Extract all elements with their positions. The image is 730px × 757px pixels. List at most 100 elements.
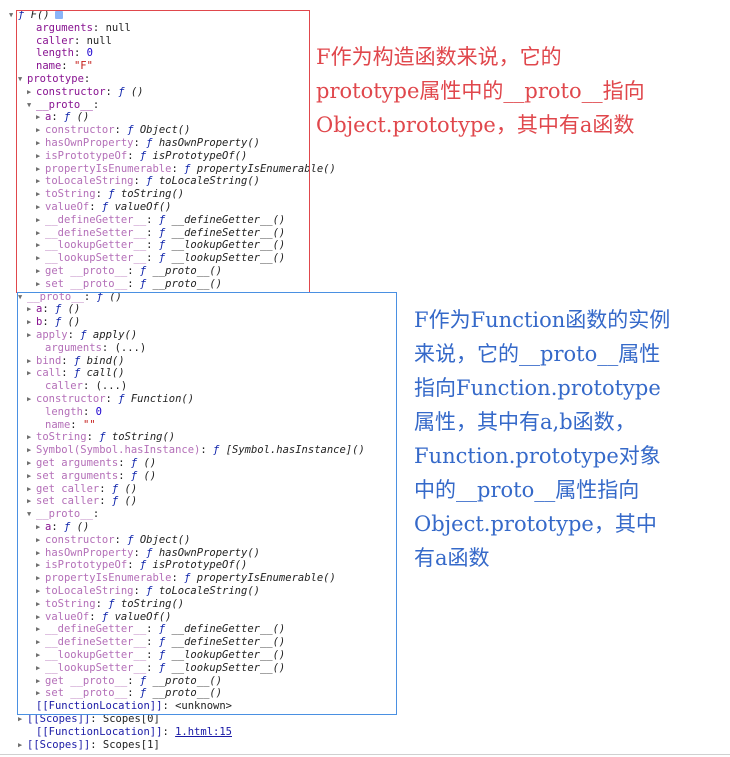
tree-row[interactable]: ▶ set arguments: ƒ () [27, 470, 156, 483]
collapsed-arrow-icon[interactable]: ▶ [36, 585, 45, 598]
tree-row[interactable]: ▶ a: ƒ () [27, 303, 80, 316]
collapsed-arrow-icon[interactable]: ▶ [36, 662, 45, 675]
tree-row[interactable]: ▶ set __proto__: ƒ __proto__() [36, 278, 222, 291]
tree-row[interactable]: ▶ __lookupGetter__: ƒ __lookupGetter__() [36, 239, 285, 252]
tree-row[interactable]: ▼ __proto__: [27, 99, 99, 112]
tree-row[interactable]: ▶ constructor: ƒ Function() [27, 393, 194, 406]
collapsed-arrow-icon[interactable]: ▶ [27, 355, 36, 368]
collapsed-arrow-icon[interactable]: ▶ [36, 163, 45, 176]
tree-row[interactable]: ▶ get caller: ƒ () [27, 483, 137, 496]
tree-row[interactable]: ▶ get arguments: ƒ () [27, 457, 156, 470]
tree-row[interactable]: ▶ set caller: ƒ () [27, 495, 137, 508]
tree-row[interactable]: ▶ __defineGetter__: ƒ __defineGetter__() [36, 623, 285, 636]
tree-row[interactable]: ▶ valueOf: ƒ valueOf() [36, 201, 171, 214]
tree-row[interactable]: ▶ __defineSetter__: ƒ __defineSetter__() [36, 636, 285, 649]
collapsed-arrow-icon[interactable]: ▶ [36, 201, 45, 214]
property-value: __lookupGetter__() [171, 239, 286, 252]
tree-row[interactable]: ▶ __lookupSetter__: ƒ __lookupSetter__() [36, 252, 285, 265]
tree-row[interactable]: ▶ a: ƒ () [36, 111, 89, 124]
collapsed-arrow-icon[interactable]: ▶ [36, 675, 45, 688]
collapsed-arrow-icon[interactable]: ▶ [36, 175, 45, 188]
tree-row[interactable]: ▶ get __proto__: ƒ __proto__() [36, 265, 222, 278]
expanded-arrow-icon[interactable]: ▼ [18, 73, 27, 86]
collapsed-arrow-icon[interactable]: ▶ [36, 572, 45, 585]
tree-row[interactable]: ▶ isPrototypeOf: ƒ isPrototypeOf() [36, 559, 247, 572]
collapsed-arrow-icon[interactable]: ▶ [36, 265, 45, 278]
tree-row[interactable]: ▶ get __proto__: ƒ __proto__() [36, 675, 222, 688]
tree-row[interactable]: ▶ valueOf: ƒ valueOf() [36, 611, 171, 624]
collapsed-arrow-icon[interactable]: ▶ [36, 150, 45, 163]
tree-row[interactable]: ▶ toLocaleString: ƒ toLocaleString() [36, 175, 260, 188]
collapsed-arrow-icon[interactable]: ▶ [27, 457, 36, 470]
tree-row[interactable]: ▼ __proto__: [27, 508, 99, 521]
collapsed-arrow-icon[interactable]: ▶ [36, 559, 45, 572]
expanded-arrow-icon[interactable]: ▼ [9, 9, 18, 22]
collapsed-arrow-icon[interactable]: ▶ [36, 252, 45, 265]
tree-row[interactable]: ▶ constructor: ƒ Object() [36, 124, 190, 137]
collapsed-arrow-icon[interactable]: ▶ [27, 393, 36, 406]
tree-row[interactable]: ▼ ƒ F() [9, 9, 63, 22]
tree-row[interactable]: ▶ propertyIsEnumerable: ƒ propertyIsEnume… [36, 572, 336, 585]
tree-row[interactable]: ▶ b: ƒ () [27, 316, 80, 329]
collapsed-arrow-icon[interactable]: ▶ [36, 278, 45, 291]
tree-row[interactable]: ▶ hasOwnProperty: ƒ hasOwnProperty() [36, 547, 260, 560]
collapsed-arrow-icon[interactable]: ▶ [27, 483, 36, 496]
collapsed-arrow-icon[interactable]: ▶ [27, 303, 36, 316]
collapsed-arrow-icon[interactable]: ▶ [27, 367, 36, 380]
tree-row[interactable]: ▶ set __proto__: ƒ __proto__() [36, 687, 222, 700]
collapsed-arrow-icon[interactable]: ▶ [36, 611, 45, 624]
tree-row[interactable]: ▶ isPrototypeOf: ƒ isPrototypeOf() [36, 150, 247, 163]
tree-row[interactable]: ▶ [[Scopes]]: Scopes[1] [18, 739, 160, 752]
property-separator: : [146, 252, 159, 265]
tree-row[interactable]: ▼ prototype: [18, 73, 90, 86]
tree-row[interactable]: ▶ Symbol(Symbol.hasInstance): ƒ [Symbol.h… [27, 444, 365, 457]
tree-row[interactable]: ▶ propertyIsEnumerable: ƒ propertyIsEnume… [36, 163, 336, 176]
collapsed-arrow-icon[interactable]: ▶ [36, 188, 45, 201]
source-link[interactable]: 1.html:15 [175, 726, 232, 738]
tree-row[interactable]: ▶ constructor: ƒ Object() [36, 534, 190, 547]
tree-row[interactable]: ▶ toString: ƒ toString() [36, 188, 184, 201]
tree-row[interactable]: ▶ toString: ƒ toString() [36, 598, 184, 611]
tree-row[interactable]: ▶ [[Scopes]]: Scopes[0] [18, 713, 160, 726]
collapsed-arrow-icon[interactable]: ▶ [36, 214, 45, 227]
collapsed-arrow-icon[interactable]: ▶ [27, 316, 36, 329]
collapsed-arrow-icon[interactable]: ▶ [36, 111, 45, 124]
tree-row[interactable]: ▶ hasOwnProperty: ƒ hasOwnProperty() [36, 137, 260, 150]
collapsed-arrow-icon[interactable]: ▶ [27, 444, 36, 457]
expanded-arrow-icon[interactable]: ▼ [27, 508, 36, 521]
tree-row[interactable]: ▶ bind: ƒ bind() [27, 355, 125, 368]
tree-row[interactable]: ▶ constructor: ƒ () [27, 86, 144, 99]
collapsed-arrow-icon[interactable]: ▶ [27, 431, 36, 444]
info-icon[interactable] [54, 11, 63, 19]
tree-row[interactable]: ▶ toString: ƒ toString() [27, 431, 175, 444]
collapsed-arrow-icon[interactable]: ▶ [36, 521, 45, 534]
collapsed-arrow-icon[interactable]: ▶ [27, 470, 36, 483]
expanded-arrow-icon[interactable]: ▼ [18, 291, 27, 304]
tree-row[interactable]: ▶ __defineSetter__: ƒ __defineSetter__() [36, 227, 285, 240]
collapsed-arrow-icon[interactable]: ▶ [36, 239, 45, 252]
collapsed-arrow-icon[interactable]: ▶ [36, 137, 45, 150]
collapsed-arrow-icon[interactable]: ▶ [27, 329, 36, 342]
collapsed-arrow-icon[interactable]: ▶ [36, 636, 45, 649]
tree-row[interactable]: ▶ __lookupGetter__: ƒ __lookupGetter__() [36, 649, 285, 662]
collapsed-arrow-icon[interactable]: ▶ [36, 227, 45, 240]
collapsed-arrow-icon[interactable]: ▶ [36, 534, 45, 547]
collapsed-arrow-icon[interactable]: ▶ [36, 649, 45, 662]
collapsed-arrow-icon[interactable]: ▶ [36, 598, 45, 611]
collapsed-arrow-icon[interactable]: ▶ [18, 713, 27, 726]
tree-row[interactable]: ▶ apply: ƒ apply() [27, 329, 137, 342]
collapsed-arrow-icon[interactable]: ▶ [18, 739, 27, 752]
tree-row[interactable]: ▶ a: ƒ () [36, 521, 89, 534]
collapsed-arrow-icon[interactable]: ▶ [36, 547, 45, 560]
collapsed-arrow-icon[interactable]: ▶ [36, 687, 45, 700]
tree-row[interactable]: ▶ __lookupSetter__: ƒ __lookupSetter__() [36, 662, 285, 675]
tree-row[interactable]: ▶ toLocaleString: ƒ toLocaleString() [36, 585, 260, 598]
collapsed-arrow-icon[interactable]: ▶ [27, 86, 36, 99]
tree-row[interactable]: ▼ __proto__: ƒ () [18, 291, 122, 304]
tree-row[interactable]: ▶ __defineGetter__: ƒ __defineGetter__() [36, 214, 285, 227]
collapsed-arrow-icon[interactable]: ▶ [27, 495, 36, 508]
collapsed-arrow-icon[interactable]: ▶ [36, 124, 45, 137]
tree-row[interactable]: ▶ call: ƒ call() [27, 367, 125, 380]
expanded-arrow-icon[interactable]: ▼ [27, 99, 36, 112]
collapsed-arrow-icon[interactable]: ▶ [36, 623, 45, 636]
